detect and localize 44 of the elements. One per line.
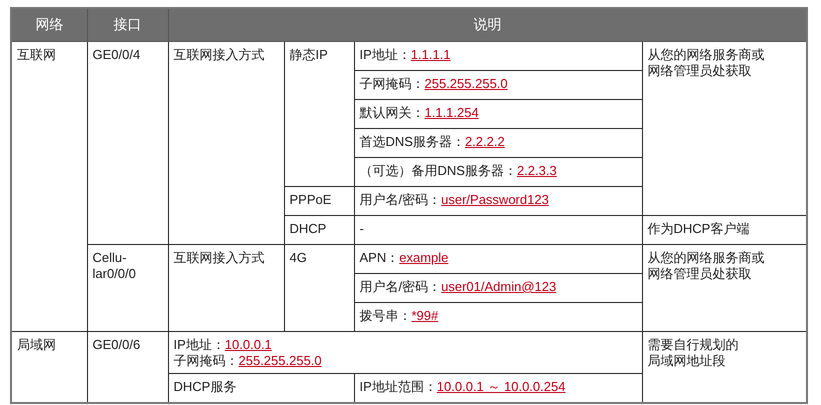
field-label: 用户名/密码： bbox=[360, 192, 442, 207]
field-label: 首选DNS服务器： bbox=[360, 134, 465, 149]
cell-text: DHCP bbox=[290, 221, 326, 237]
cell-text: 作为DHCP客户端 bbox=[648, 221, 750, 237]
field-value: example bbox=[399, 250, 448, 265]
cell-text: PPPoE bbox=[290, 192, 332, 208]
field-label: 拨号串： bbox=[360, 308, 412, 323]
cell-text: 局域网 bbox=[17, 337, 56, 353]
cell-text: Cellu- lar0/0/0 bbox=[92, 250, 136, 282]
cell-text: DHCP服务 bbox=[174, 379, 236, 395]
field-value: user/Password123 bbox=[441, 192, 549, 207]
cell-text: 从您的网络服务商或 网络管理员处获取 bbox=[648, 47, 764, 79]
cell-text: GE0/0/4 bbox=[92, 47, 140, 63]
cell-text: GE0/0/6 bbox=[92, 337, 140, 353]
field-value: 255.255.255.0 bbox=[424, 76, 508, 91]
header-cell: 网络 bbox=[11, 8, 87, 42]
field-value: 10.0.0.1 ～ 10.0.0.254 bbox=[436, 379, 566, 394]
field-value: 2.2.3.3 bbox=[516, 163, 557, 178]
header-cell: 接口 bbox=[87, 8, 168, 42]
field-label: 子网掩码： bbox=[174, 353, 238, 368]
cell-text: 互联网接入方式 bbox=[174, 250, 264, 266]
field-label: 用户名/密码： bbox=[360, 279, 442, 294]
field-label: IP地址： bbox=[174, 337, 225, 352]
field-value: user01/Admin@123 bbox=[441, 279, 556, 294]
cell-text: 需要自行规划的 局域网地址段 bbox=[648, 337, 738, 369]
field-label: APN： bbox=[360, 250, 400, 265]
field-label: （可选）备用DNS服务器： bbox=[360, 163, 517, 178]
field-value: 1.1.1.1 bbox=[410, 47, 451, 62]
cell-text: 互联网 bbox=[17, 47, 56, 63]
cell-text: 静态IP bbox=[290, 47, 328, 63]
field-value: *99# bbox=[412, 308, 438, 323]
field-value: 1.1.1.254 bbox=[424, 105, 479, 120]
field-value: 255.255.255.0 bbox=[238, 353, 322, 368]
header-cell: 说明 bbox=[168, 8, 807, 42]
cell-text: 4G bbox=[290, 250, 307, 266]
field-label: IP地址范围： bbox=[360, 379, 437, 394]
cell-text: - bbox=[360, 221, 364, 237]
cell-text: 从您的网络服务商或 网络管理员处获取 bbox=[648, 250, 764, 282]
field-label: 子网掩码： bbox=[360, 76, 424, 91]
cell-text: 互联网接入方式 bbox=[174, 47, 264, 63]
field-value: 2.2.2.2 bbox=[464, 134, 505, 149]
field-label: 默认网关： bbox=[360, 105, 424, 120]
field-label: IP地址： bbox=[360, 47, 411, 62]
field-value: 10.0.0.1 bbox=[224, 337, 272, 352]
